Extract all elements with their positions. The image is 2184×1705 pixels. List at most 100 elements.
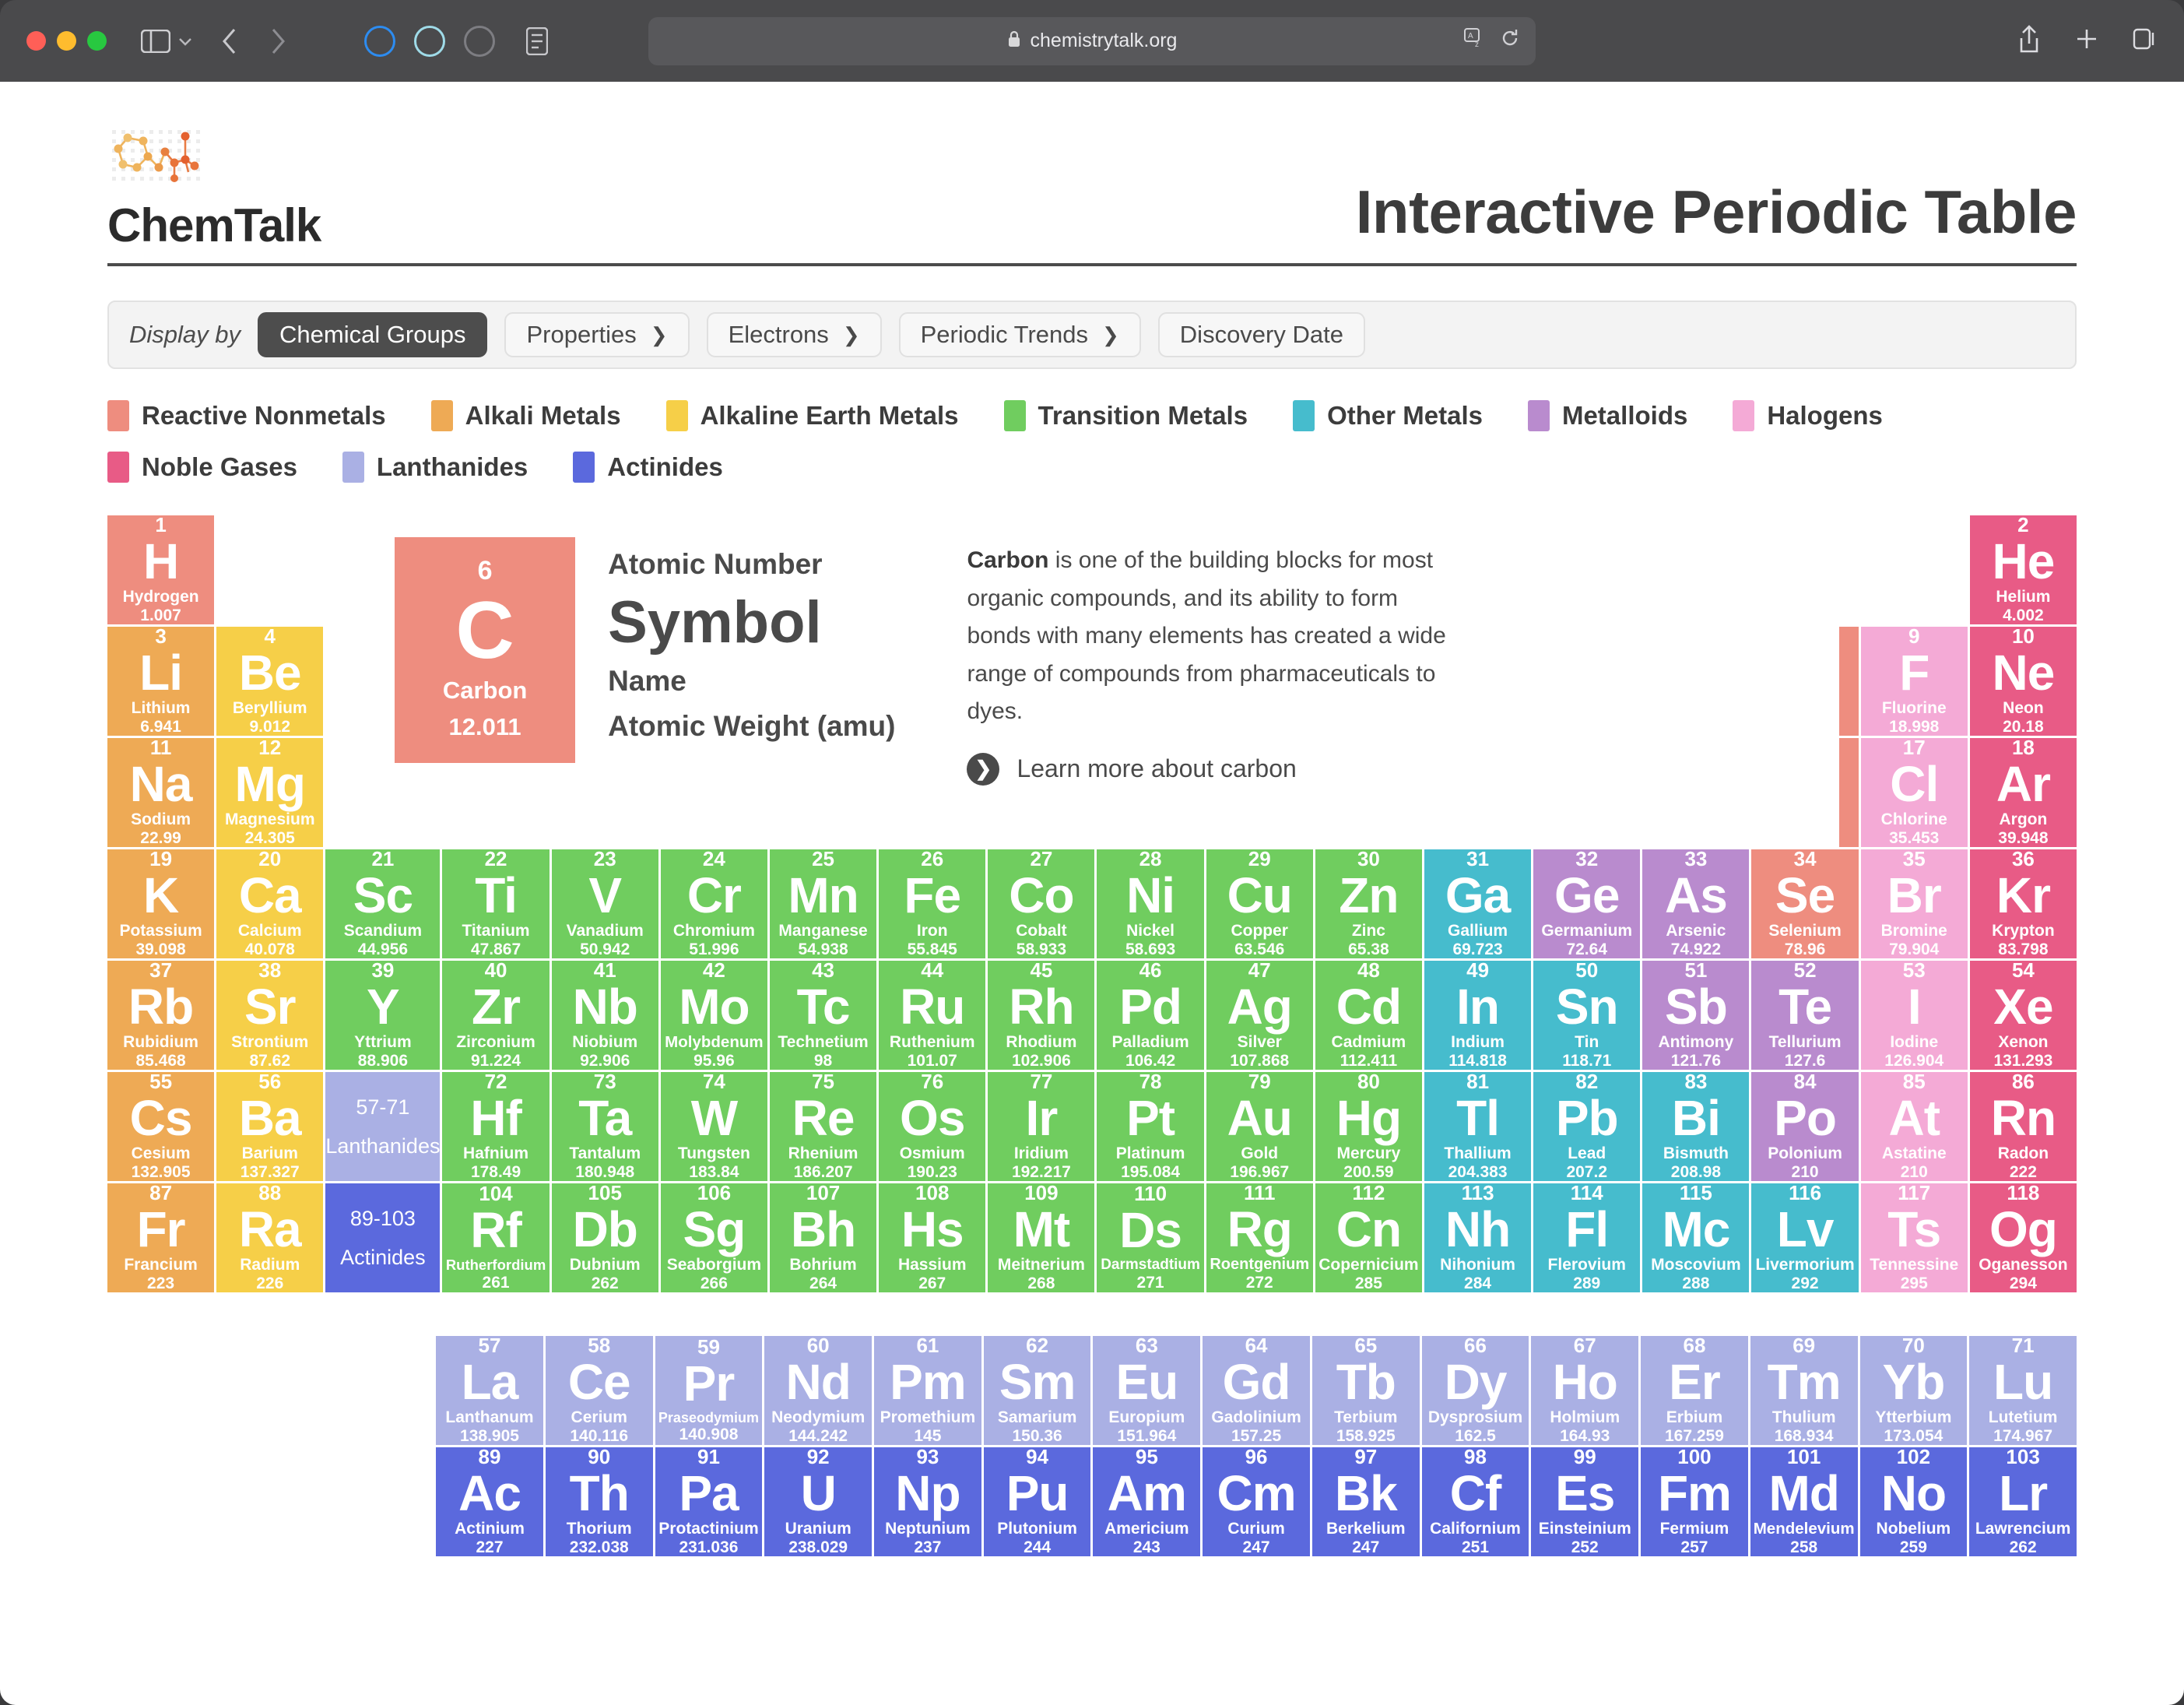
element-cell-pd[interactable]: 46 Pd Palladium 106.42: [1097, 961, 1204, 1070]
element-cell-yb[interactable]: 70 Yb Ytterbium 173.054: [1859, 1336, 1968, 1445]
toolbar-right-actions[interactable]: [2017, 24, 2158, 58]
element-cell-tl[interactable]: 81 Tl Thallium 204.383: [1424, 1072, 1532, 1181]
plus-icon[interactable]: [2075, 27, 2098, 54]
element-cell-sm[interactable]: 62 Sm Samarium 150.36: [983, 1336, 1091, 1445]
address-bar[interactable]: chemistrytalk.org Az: [648, 16, 1536, 65]
address-bar-actions[interactable]: Az: [1464, 28, 1520, 54]
element-cell-mg[interactable]: 12 Mg Magnesium 24.305: [216, 738, 324, 847]
element-cell-ta[interactable]: 73 Ta Tantalum 180.948: [551, 1072, 658, 1181]
element-cell-hg[interactable]: 80 Hg Mercury 200.59: [1315, 1072, 1422, 1181]
legend-item-halogens[interactable]: Halogens: [1733, 400, 1883, 431]
tab-1[interactable]: [364, 25, 395, 57]
element-cell-nd[interactable]: 60 Nd Neodymium 144.242: [764, 1336, 873, 1445]
element-cell-in[interactable]: 49 In Indium 114.818: [1424, 961, 1532, 1070]
placeholder-lanthanides[interactable]: 57-71 Lanthanides: [325, 1072, 441, 1181]
element-cell-pm[interactable]: 61 Pm Promethium 145: [874, 1336, 981, 1445]
element-cell-sc[interactable]: 21 Sc Scandium 44.956: [325, 849, 441, 958]
element-cell-fl[interactable]: 114 Fl Flerovium 289: [1533, 1183, 1641, 1292]
element-cell-ba[interactable]: 56 Ba Barium 137.327: [216, 1072, 324, 1181]
element-cell-ca[interactable]: 20 Ca Calcium 40.078: [216, 849, 324, 958]
element-cell-kr[interactable]: 36 Kr Krypton 83.798: [1969, 849, 2077, 958]
element-cell-pt[interactable]: 78 Pt Platinum 195.084: [1097, 1072, 1204, 1181]
element-cell-nh[interactable]: 113 Nh Nihonium 284: [1424, 1183, 1532, 1292]
element-cell-rb[interactable]: 37 Rb Rubidium 85.468: [107, 961, 215, 1070]
element-cell-be[interactable]: 4 Be Beryllium 9.012: [216, 627, 324, 736]
element-cell-fm[interactable]: 100 Fm Fermium 257: [1641, 1447, 1748, 1556]
element-cell-co[interactable]: 27 Co Cobalt 58.933: [988, 849, 1095, 958]
element-cell-og[interactable]: 118 Og Oganesson 294: [1969, 1183, 2077, 1292]
placeholder-actinides[interactable]: 89-103 Actinides: [325, 1183, 441, 1292]
element-cell-no[interactable]: 102 No Nobelium 259: [1859, 1447, 1968, 1556]
element-cell-pr[interactable]: 59 Pr Praseodymium 140.908: [655, 1336, 763, 1445]
element-cell-mt[interactable]: 109 Mt Meitnerium 268: [988, 1183, 1095, 1292]
legend-item-metalloids[interactable]: Metalloids: [1527, 400, 1687, 431]
element-cell-hf[interactable]: 72 Hf Hafnium 178.49: [442, 1072, 550, 1181]
legend-item-alkali-metals[interactable]: Alkali Metals: [430, 400, 621, 431]
legend-item-actinides[interactable]: Actinides: [573, 452, 723, 483]
element-cell-ne[interactable]: 10 Ne Neon 20.18: [1969, 627, 2077, 736]
element-cell-li[interactable]: 3 Li Lithium 6.941: [107, 627, 215, 736]
element-cell-cd[interactable]: 48 Cd Cadmium 112.411: [1315, 961, 1422, 1070]
share-icon[interactable]: [2017, 24, 2041, 58]
element-cell-db[interactable]: 105 Db Dubnium 262: [551, 1183, 658, 1292]
legend-item-transition-metals[interactable]: Transition Metals: [1003, 400, 1248, 431]
legend-item-lanthanides[interactable]: Lanthanides: [342, 452, 528, 483]
legend-item-reactive-nonmetals[interactable]: Reactive Nonmetals: [107, 400, 386, 431]
close-window-button[interactable]: [26, 31, 46, 51]
element-cell-ge[interactable]: 32 Ge Germanium 72.64: [1533, 849, 1641, 958]
tab-3[interactable]: [464, 25, 495, 57]
element-cell-la[interactable]: 57 La Lanthanum 138.905: [436, 1336, 543, 1445]
element-cell-ts[interactable]: 117 Ts Tennessine 295: [1860, 1183, 1968, 1292]
element-cell-i[interactable]: 53 I Iodine 126.904: [1860, 961, 1968, 1070]
element-cell-ag[interactable]: 47 Ag Silver 107.868: [1206, 961, 1313, 1070]
element-cell-ra[interactable]: 88 Ra Radium 226: [216, 1183, 324, 1292]
element-cell-u[interactable]: 92 U Uranium 238.029: [764, 1447, 873, 1556]
window-controls[interactable]: [26, 31, 107, 51]
nav-buttons[interactable]: [221, 27, 286, 55]
element-cell-sn[interactable]: 50 Sn Tin 118.71: [1533, 961, 1641, 1070]
tab-strip[interactable]: [364, 25, 548, 57]
element-cell-cf[interactable]: 98 Cf Californium 251: [1421, 1447, 1529, 1556]
element-cell-cn[interactable]: 112 Cn Copernicium 285: [1315, 1183, 1422, 1292]
element-cell-mn[interactable]: 25 Mn Manganese 54.938: [769, 849, 877, 958]
element-cell-th[interactable]: 90 Th Thorium 232.038: [545, 1447, 653, 1556]
element-cell-ce[interactable]: 58 Ce Cerium 140.116: [545, 1336, 653, 1445]
element-cell-tc[interactable]: 43 Tc Technetium 98: [769, 961, 877, 1070]
back-chevron-icon[interactable]: [221, 27, 238, 55]
element-cell-rf[interactable]: 104 Rf Rutherfordium 261: [442, 1183, 550, 1292]
display-by-discovery-date-button[interactable]: Discovery Date: [1157, 312, 1365, 357]
element-cell-fe[interactable]: 26 Fe Iron 55.845: [879, 849, 986, 958]
translate-icon[interactable]: Az: [1464, 28, 1487, 54]
element-cell-sb[interactable]: 51 Sb Antimony 121.76: [1642, 961, 1750, 1070]
element-cell-sr[interactable]: 38 Sr Strontium 87.62: [216, 961, 324, 1070]
element-cell-pa[interactable]: 91 Pa Protactinium 231.036: [655, 1447, 763, 1556]
element-cell-cs[interactable]: 55 Cs Cesium 132.905: [107, 1072, 215, 1181]
element-cell-os[interactable]: 76 Os Osmium 190.23: [879, 1072, 986, 1181]
element-cell-bi[interactable]: 83 Bi Bismuth 208.98: [1642, 1072, 1750, 1181]
element-cell-nb[interactable]: 41 Nb Niobium 92.906: [551, 961, 658, 1070]
element-cell-lr[interactable]: 103 Lr Lawrencium 262: [1969, 1447, 2077, 1556]
legend-item-noble-gases[interactable]: Noble Gases: [107, 452, 297, 483]
element-cell-na[interactable]: 11 Na Sodium 22.99: [107, 738, 215, 847]
element-cell-lu[interactable]: 71 Lu Lutetium 174.967: [1969, 1336, 2077, 1445]
element-cell-y[interactable]: 39 Y Yttrium 88.906: [325, 961, 441, 1070]
sidebar-toggle-button[interactable]: [141, 29, 193, 53]
element-cell-po[interactable]: 84 Po Polonium 210: [1751, 1072, 1859, 1181]
element-cell-k[interactable]: 19 K Potassium 39.098: [107, 849, 215, 958]
element-cell-pu[interactable]: 94 Pu Plutonium 244: [983, 1447, 1091, 1556]
element-cell-es[interactable]: 99 Es Einsteinium 252: [1531, 1447, 1639, 1556]
element-cell-md[interactable]: 101 Md Mendelevium 258: [1750, 1447, 1858, 1556]
element-cell-fr[interactable]: 87 Fr Francium 223: [107, 1183, 215, 1292]
element-cell-cu[interactable]: 29 Cu Copper 63.546: [1206, 849, 1313, 958]
element-cell-dy[interactable]: 66 Dy Dysprosium 162.5: [1421, 1336, 1529, 1445]
element-cell-br[interactable]: 35 Br Bromine 79.904: [1860, 849, 1968, 958]
element-cell-f[interactable]: 9 F Fluorine 18.998: [1860, 627, 1968, 736]
element-cell-lv[interactable]: 116 Lv Livermorium 292: [1751, 1183, 1859, 1292]
minimize-window-button[interactable]: [57, 31, 76, 51]
element-cell-he[interactable]: 2 He Helium 4.002: [1969, 515, 2077, 624]
element-cell-w[interactable]: 74 W Tungsten 183.84: [660, 1072, 767, 1181]
reload-icon[interactable]: [1500, 28, 1520, 54]
element-cell-cr[interactable]: 24 Cr Chromium 51.996: [660, 849, 767, 958]
element-cell-zn[interactable]: 30 Zn Zinc 65.38: [1315, 849, 1422, 958]
element-cell-ni[interactable]: 28 Ni Nickel 58.693: [1097, 849, 1204, 958]
